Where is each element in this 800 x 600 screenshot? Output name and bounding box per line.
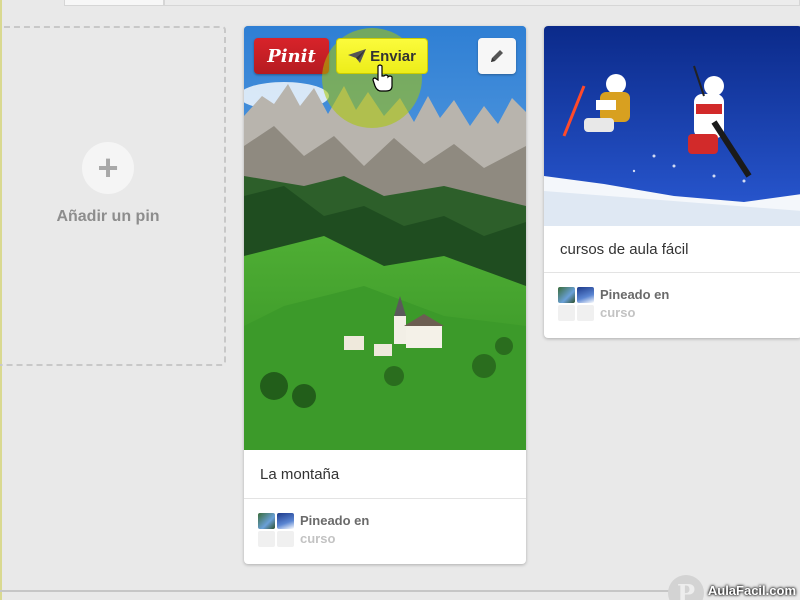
board-thumbnail: [277, 531, 294, 547]
board-thumbnail: [577, 287, 594, 303]
top-tabs: [0, 0, 800, 6]
pin-description: cursos de aula fácil: [560, 240, 689, 258]
watermark: AulaFacil.com: [707, 583, 796, 598]
board-thumbnail: [577, 305, 594, 321]
bottom-divider: [0, 590, 680, 592]
hand-pointer-icon: [372, 64, 393, 92]
pinterest-logo-icon[interactable]: P: [668, 575, 704, 600]
pin-description: La montaña: [260, 465, 340, 483]
board-thumbnail: [258, 531, 275, 547]
pin-image-mountain[interactable]: Pinit Enviar: [244, 26, 526, 450]
board-name[interactable]: curso: [600, 305, 635, 320]
pin-board-info[interactable]: Pineado en curso: [544, 273, 800, 333]
pinned-in-label: Pineado en: [600, 287, 670, 302]
pin-card-mountain[interactable]: Pinit Enviar La montaña Pineado en curso: [244, 26, 526, 564]
board-thumbnails: [258, 513, 296, 549]
board-thumbnail: [277, 513, 294, 529]
paper-plane-icon: [348, 49, 367, 63]
top-tab[interactable]: [64, 0, 164, 6]
board-thumbnail: [258, 513, 275, 529]
board-name[interactable]: curso: [300, 531, 335, 546]
board-thumbnail: [558, 305, 575, 321]
board-thumbnails: [558, 287, 596, 323]
edit-button[interactable]: [478, 38, 516, 74]
board-thumbnail: [558, 287, 575, 303]
pinit-button[interactable]: Pinit: [254, 38, 329, 74]
pin-card-ski[interactable]: cursos de aula fácil Pineado en curso: [544, 26, 800, 338]
pin-board-info[interactable]: Pineado en curso: [244, 499, 526, 559]
add-pin-card[interactable]: + Añadir un pin: [0, 26, 226, 366]
plus-icon[interactable]: +: [82, 142, 134, 194]
top-tab[interactable]: [164, 0, 800, 6]
pin-image-ski[interactable]: [544, 26, 800, 226]
pencil-icon: [491, 50, 503, 62]
pinned-in-label: Pineado en: [300, 513, 370, 528]
send-label: Enviar: [370, 47, 416, 65]
add-pin-label: Añadir un pin: [56, 208, 160, 225]
